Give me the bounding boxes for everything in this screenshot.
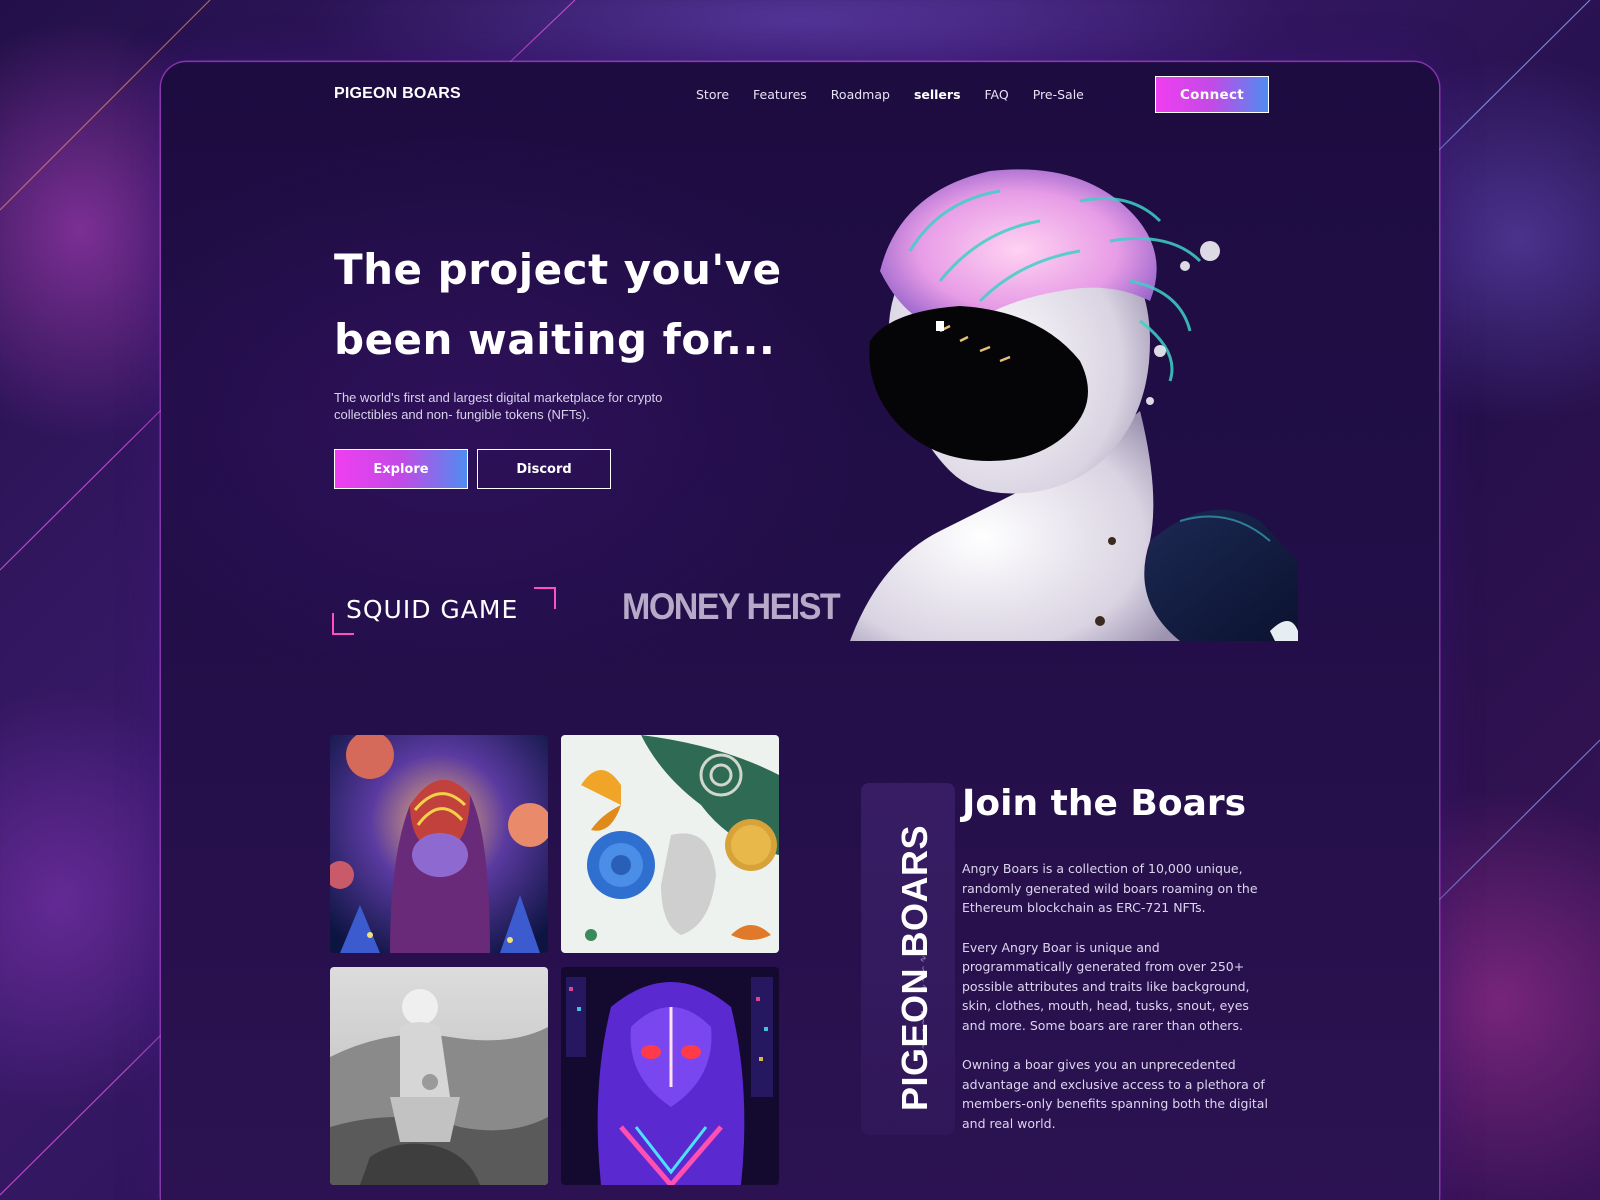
join-paragraph: Every Angry Boar is unique and programma… bbox=[962, 939, 1250, 1033]
nav-link-features[interactable]: Features bbox=[753, 87, 807, 102]
brand-logo[interactable]: PIGEON BOARS bbox=[334, 85, 461, 103]
nav-link-pre-sale[interactable]: Pre-Sale bbox=[1033, 87, 1084, 102]
nft-artwork-tile[interactable] bbox=[561, 967, 779, 1185]
nft-artwork-tile[interactable] bbox=[561, 735, 779, 953]
nft-artwork-3 bbox=[330, 967, 548, 1185]
landing-page-window: PIGEON BOARS Store Features Roadmap sell… bbox=[161, 62, 1439, 1200]
squid-game-logo: SQUID GAME bbox=[332, 587, 556, 635]
vertical-brand-signature: ∼∼ ∽∼∿∽ ∿∼∽∿∼ bbox=[919, 944, 929, 1059]
nft-artwork-4 bbox=[561, 967, 779, 1185]
explore-button[interactable]: Explore bbox=[334, 449, 468, 489]
squid-game-text: SQUID GAME bbox=[346, 595, 519, 624]
main-nav: Store Features Roadmap sellers FAQ Pre-S… bbox=[696, 87, 1084, 102]
nft-artwork-tile[interactable] bbox=[330, 967, 548, 1185]
nav-link-sellers[interactable]: sellers bbox=[914, 87, 961, 102]
discord-button[interactable]: Discord bbox=[477, 449, 611, 489]
vertical-brand-title: PIGEON BOARS bbox=[894, 824, 935, 1111]
logo-bracket bbox=[534, 587, 556, 609]
join-description: Angry Boars is a collection of 10,000 un… bbox=[962, 859, 1268, 1153]
join-paragraph: Angry Boars is a collection of 10,000 un… bbox=[962, 861, 1258, 915]
hero-subtitle: The world's first and largest digital ma… bbox=[334, 390, 663, 422]
money-heist-logo: MONEY HEIST bbox=[622, 586, 841, 628]
nft-artwork-1 bbox=[330, 735, 548, 953]
hero-bust-artwork bbox=[850, 169, 1298, 641]
join-paragraph: Owning a boar gives you an unprecedented… bbox=[962, 1057, 1268, 1131]
nav-link-roadmap[interactable]: Roadmap bbox=[831, 87, 890, 102]
nft-artwork-tile[interactable] bbox=[330, 735, 548, 953]
nft-artwork-2 bbox=[561, 735, 779, 953]
join-title: Join the Boars bbox=[962, 783, 1247, 824]
nav-link-faq[interactable]: FAQ bbox=[985, 87, 1009, 102]
hero-title: The project you've been waiting for... bbox=[334, 245, 782, 364]
nav-link-store[interactable]: Store bbox=[696, 87, 729, 102]
connect-button[interactable]: Connect bbox=[1155, 76, 1269, 113]
